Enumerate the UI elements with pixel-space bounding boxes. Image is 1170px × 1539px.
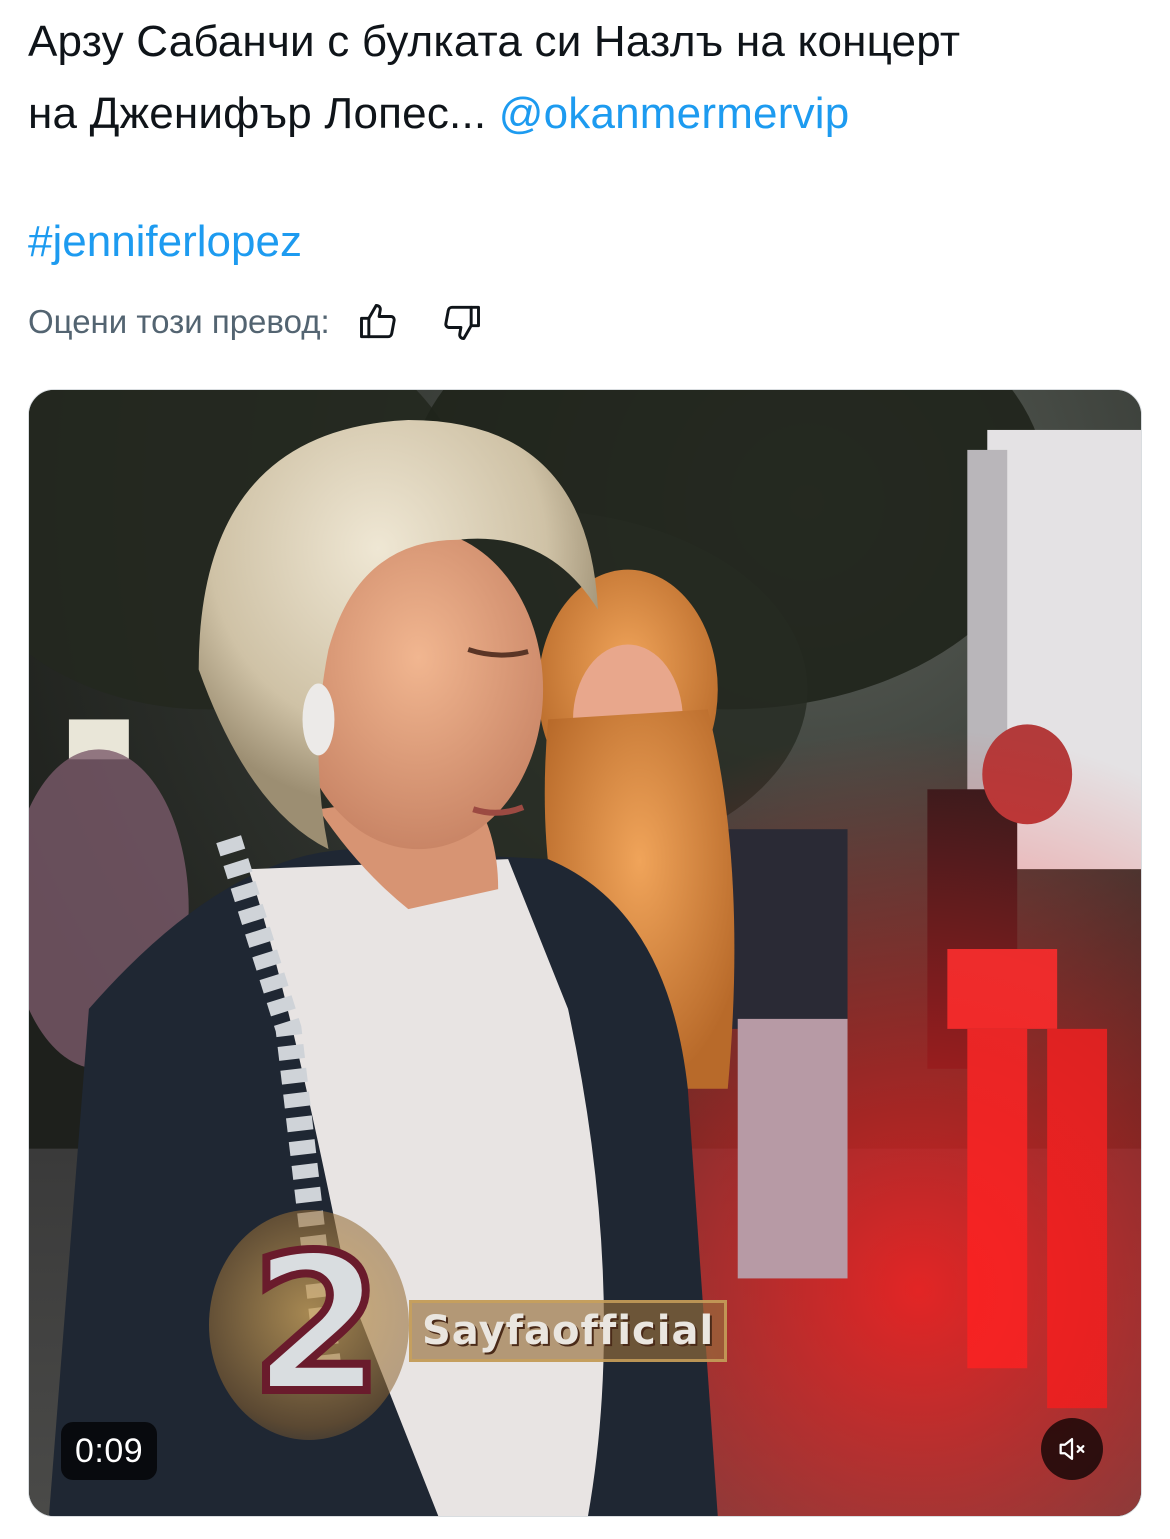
speaker-muted-icon — [1059, 1437, 1085, 1461]
thumbs-up-button[interactable] — [350, 294, 406, 350]
hashtag-link[interactable]: #jenniferlopez — [28, 217, 302, 266]
tweet-text-line-2-body: на Дженифър Лопес... — [28, 89, 487, 138]
tweet-text-line-2: на Дженифър Лопес... @okanmermervip — [28, 78, 1138, 150]
video-time-badge: 0:09 — [61, 1422, 158, 1480]
watermark-text: Sayfaofficial — [409, 1300, 728, 1362]
hashtag-row: #jenniferlopez — [28, 206, 302, 278]
tweet-text-line-1: Арзу Сабанчи с булката си Назлъ на конце… — [28, 17, 961, 66]
translation-rating-label: Оцени този превод: — [28, 303, 330, 340]
watermark-number: 2 — [247, 1214, 387, 1435]
tweet-text: Арзу Сабанчи с булката си Назлъ на конце… — [28, 6, 1138, 150]
translation-rating: Оцени този превод: — [28, 294, 518, 350]
thumbs-up-icon — [359, 304, 396, 339]
thumbs-down-icon — [443, 305, 480, 340]
channel-watermark: 2 Sayfaofficial — [209, 1210, 769, 1440]
unmute-button[interactable] — [1041, 1418, 1103, 1480]
thumbs-down-button[interactable] — [434, 294, 490, 350]
mention-link[interactable]: @okanmermervip — [499, 89, 850, 138]
video-player[interactable]: 2 Sayfaofficial 0:09 — [28, 389, 1142, 1517]
